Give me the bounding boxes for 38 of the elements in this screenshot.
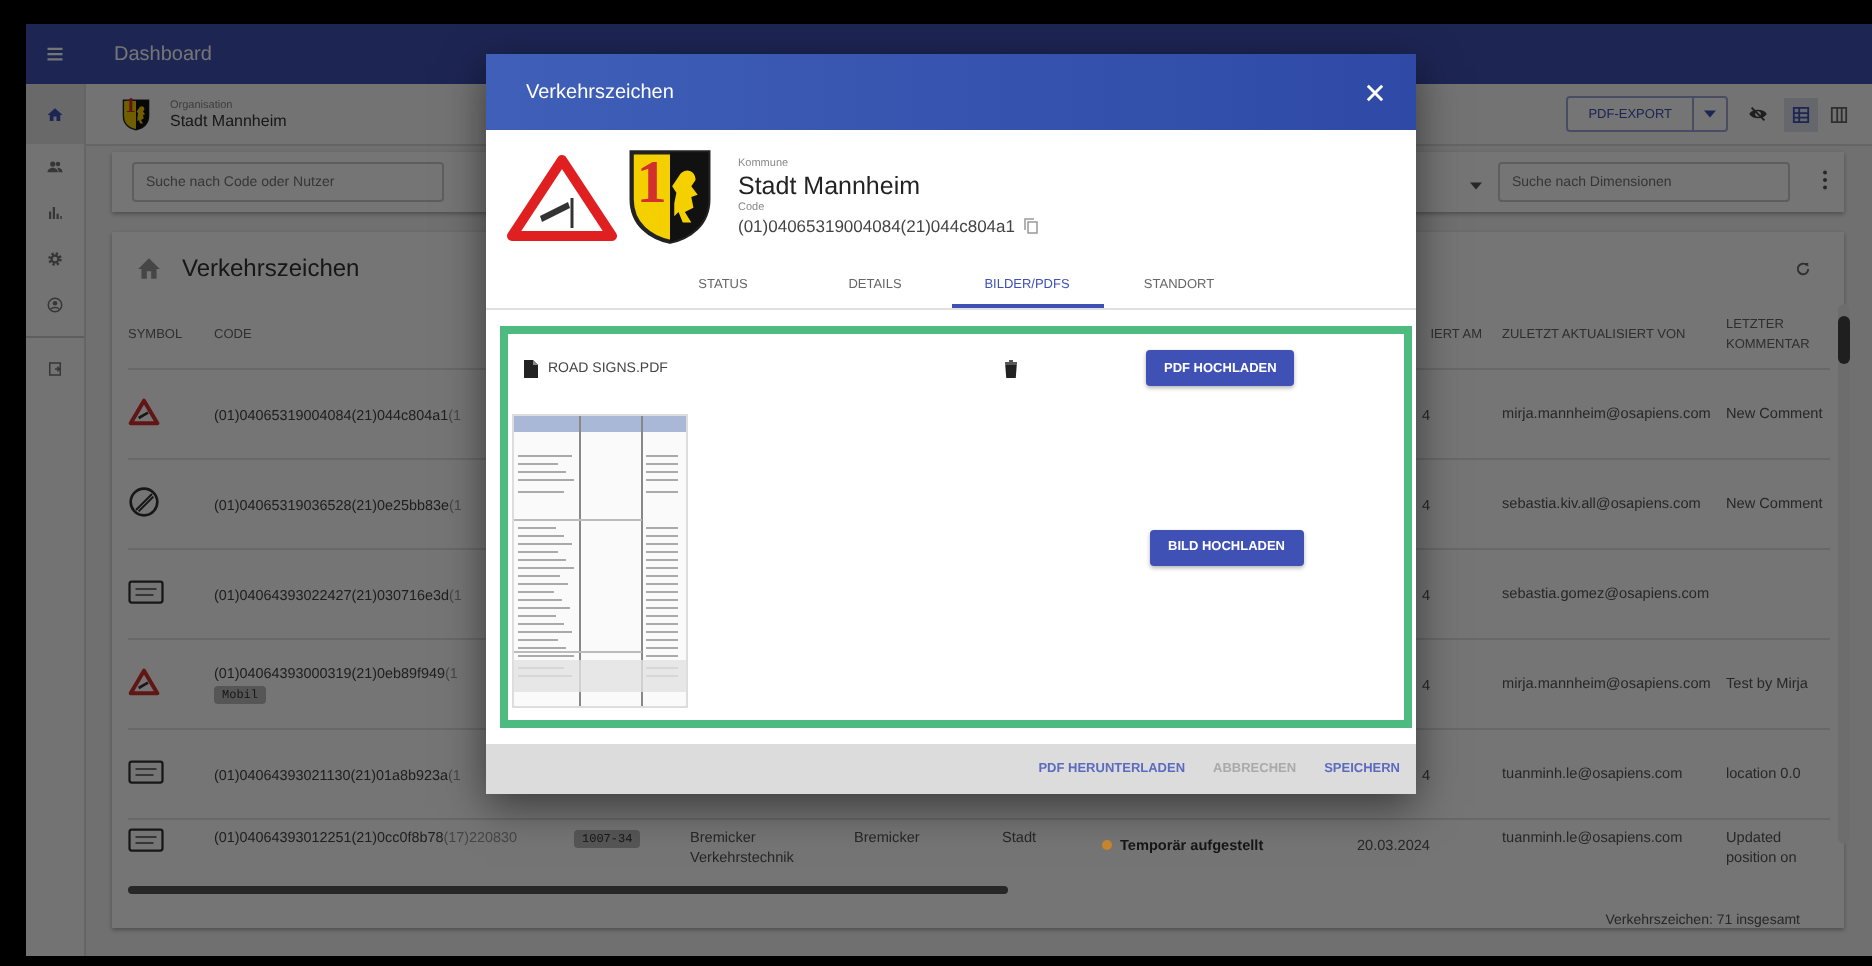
bar-chart-icon <box>46 204 64 222</box>
copy-icon <box>1024 218 1039 234</box>
columns-icon <box>1830 105 1848 123</box>
code-text: (01)04065319004084(21)044c804a1 <box>738 216 1015 236</box>
file-icon <box>524 359 538 377</box>
organisation-name: Stadt Mannheim <box>170 111 287 129</box>
grid-icon <box>1792 105 1810 123</box>
refresh-icon <box>1794 259 1812 277</box>
sign-panel-icon <box>128 580 164 604</box>
sign-panel-icon <box>128 760 164 784</box>
home-icon <box>136 256 162 280</box>
warning-sign-icon <box>128 398 160 426</box>
sidebar-item[interactable] <box>26 84 84 144</box>
caret-icon <box>1470 182 1482 190</box>
close-button[interactable] <box>1366 83 1384 101</box>
end-of-restriction-sign-icon <box>128 486 160 518</box>
vertical-scrollbar[interactable] <box>1838 304 1850 844</box>
warning-sign-icon <box>506 153 618 241</box>
warning-sign-icon <box>128 668 160 696</box>
caret-icon <box>1704 110 1716 118</box>
horizontal-scrollbar[interactable] <box>128 886 1008 894</box>
more-icon <box>1822 170 1828 190</box>
table-view-button[interactable] <box>1784 97 1818 131</box>
people-icon <box>46 158 64 176</box>
trash-icon <box>1004 359 1018 377</box>
settings-icon <box>46 250 64 268</box>
coat-of-arms-logo: 1 <box>626 148 714 246</box>
home-icon <box>46 105 64 123</box>
sign-panel-icon <box>128 828 164 852</box>
table-title: Verkehrszeichen <box>182 254 360 282</box>
account-icon <box>46 296 64 314</box>
app-title: Dashboard <box>114 43 212 65</box>
coat-of-arms-logo: 1 <box>122 97 150 131</box>
menu-icon <box>46 46 64 62</box>
kommune-name: Stadt Mannheim <box>738 172 923 200</box>
eye-off-icon <box>1748 106 1768 122</box>
exit-icon <box>46 360 64 378</box>
dialog-title: Verkehrszeichen <box>526 81 674 103</box>
